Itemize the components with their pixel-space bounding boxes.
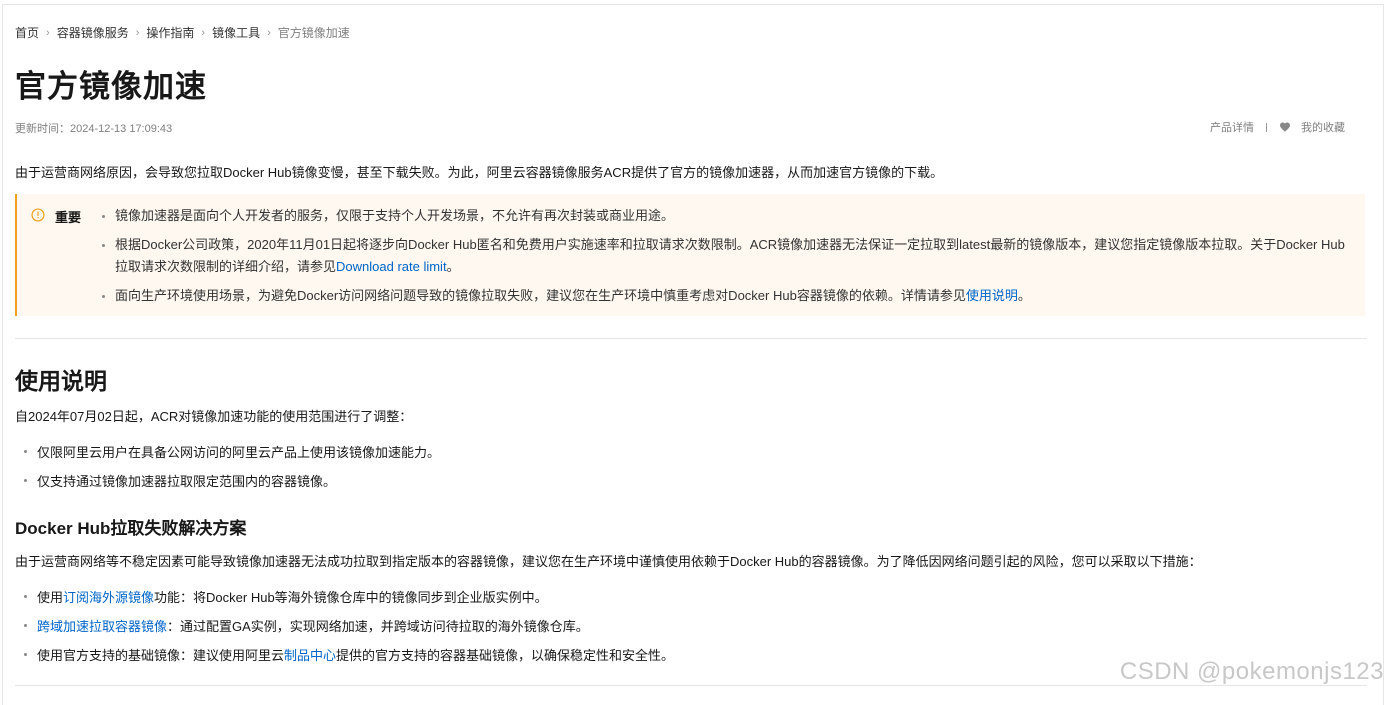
list-item: 使用订阅海外源镜像功能：将Docker Hub等海外镜像仓库中的镜像同步到企业版… [15,587,548,606]
watermark: CSDN @pokemonjs123 [1119,658,1384,685]
section-divider [15,338,1367,339]
meta-divider [1266,122,1267,132]
chevron-right-icon: › [135,26,140,39]
solution-heading: Docker Hub拉取失败解决方案 [15,519,247,538]
update-time-label: 更新时间： [15,123,70,135]
warning-icon [31,208,45,222]
list-item: 使用官方支持的基础镜像：建议使用阿里云制品中心提供的官方支持的容器基础镜像，以确… [15,645,674,664]
breadcrumb-acr[interactable]: 容器镜像服务 [57,24,129,41]
chevron-right-icon: › [46,26,50,39]
breadcrumb-current: 官方镜像加速 [277,26,350,40]
breadcrumb-guide[interactable]: 操作指南 [146,24,194,41]
breadcrumb-home[interactable]: 首页 [15,24,39,41]
intro-paragraph: 由于运营商网络原因，会导致您拉取Docker Hub镜像变慢，甚至下载失败。为此… [15,165,944,180]
notice-item: 根据Docker公司政策，2020年11月01日起将逐步向Docker Hub匿… [99,234,1354,278]
list-item: 跨域加速拉取容器镜像：通过配置GA实例，实现网络加速，并跨域访问待拉取的海外镜像… [15,616,589,635]
usage-notes-link[interactable]: 使用说明 [966,288,1018,303]
meta-actions: 产品详情 我的收藏 [1210,119,1345,135]
chevron-right-icon: › [201,26,206,39]
product-detail-link[interactable]: 产品详情 [1210,119,1254,135]
my-favorites-link[interactable]: 我的收藏 [1301,119,1345,135]
usage-intro: 自2024年07月02日起，ACR对镜像加速功能的使用范围进行了调整： [15,409,413,424]
notice-item: 镜像加速器是面向个人开发者的服务，仅限于支持个人开发场景，不允许有再次封装或商业… [99,205,1354,227]
list-item: 仅支持通过镜像加速器拉取限定范围内的容器镜像。 [15,471,336,490]
notice-label: 重要 [55,210,82,225]
solution-intro: 由于运营商网络等不稳定因素可能导致镜像加速器无法成功拉取到指定版本的容器镜像，建… [15,554,1202,569]
download-rate-limit-link[interactable]: Download rate limit [336,259,447,274]
notice-item: 面向生产环境使用场景，为避免Docker访问网络问题导致的镜像拉取失败，建议您在… [99,285,1354,307]
usage-heading: 使用说明 [15,368,107,394]
heart-icon[interactable] [1279,121,1291,133]
doc-page: 首页 › 容器镜像服务 › 操作指南 › 镜像工具 › 官方镜像加速 官方镜像加… [2,4,1384,705]
breadcrumb-image-tools[interactable]: 镜像工具 [212,24,260,41]
breadcrumb: 首页 › 容器镜像服务 › 操作指南 › 镜像工具 › 官方镜像加速 [15,24,350,41]
list-item: 仅限阿里云用户在具备公网访问的阿里云产品上使用该镜像加速能力。 [15,442,440,461]
page-title: 官方镜像加速 [15,69,207,104]
subscribe-overseas-image-link[interactable]: 订阅海外源镜像 [63,590,154,605]
update-time-value: 2024-12-13 17:09:43 [70,123,173,135]
notice-list: 镜像加速器是面向个人开发者的服务，仅限于支持个人开发场景，不允许有再次封装或商业… [99,198,1354,307]
artifact-center-link[interactable]: 制品中心 [284,648,336,663]
important-notice: 重要 镜像加速器是面向个人开发者的服务，仅限于支持个人开发场景，不允许有再次封装… [15,194,1365,316]
update-time: 更新时间：2024-12-13 17:09:43 [15,120,172,136]
cross-region-acceleration-link[interactable]: 跨域加速拉取容器镜像 [37,619,167,634]
chevron-right-icon: › [267,26,271,39]
